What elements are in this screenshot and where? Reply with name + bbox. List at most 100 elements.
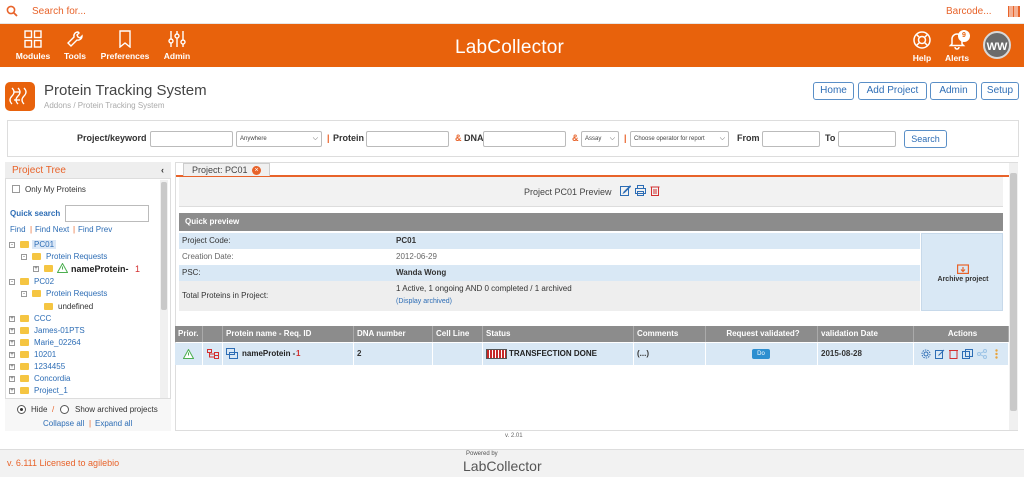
copy-icon[interactable] (962, 349, 973, 359)
col-request-validated[interactable]: Request validated? (706, 326, 818, 342)
folder-icon (20, 387, 29, 394)
tree-node-ccc[interactable]: CCC (34, 314, 51, 323)
dna-input[interactable] (483, 131, 566, 147)
tree-expander[interactable]: - (9, 242, 15, 248)
barcode-icon[interactable] (1008, 6, 1020, 17)
tree-node-nameprotein[interactable]: nameProtein- (71, 264, 129, 274)
nav-preferences[interactable]: Preferences (97, 30, 153, 61)
close-tab-icon[interactable]: × (252, 166, 262, 176)
gear-icon[interactable] (921, 349, 931, 359)
protein-view-icon[interactable] (226, 348, 238, 359)
tree-expander[interactable]: + (9, 364, 15, 370)
validate-do-button[interactable]: Do (752, 349, 770, 359)
home-button[interactable]: Home (813, 82, 854, 100)
tree-node-1234455[interactable]: 1234455 (34, 362, 65, 371)
tree-node-pc01-protein-requests[interactable]: Protein Requests (46, 252, 107, 261)
tree-expander[interactable]: + (9, 352, 15, 358)
only-my-proteins-checkbox[interactable] (12, 185, 20, 193)
tree-expander[interactable]: + (9, 316, 15, 322)
col-cell-line[interactable]: Cell Line (433, 326, 483, 342)
search-icon[interactable] (6, 5, 18, 17)
nav-admin[interactable]: Admin (160, 30, 194, 61)
barcode-input[interactable]: Barcode... (946, 6, 992, 17)
tree-scrollbar[interactable] (160, 180, 168, 398)
tree-node-pc01[interactable]: PC01 (32, 240, 57, 249)
tree-node-pc02-protein-requests[interactable]: Protein Requests (46, 289, 107, 298)
col-priority[interactable]: Prior. (175, 326, 203, 342)
tree-node-project-1[interactable]: Project_1 (34, 386, 68, 395)
expand-all-link[interactable]: Expand all (95, 419, 132, 428)
separator: | (624, 133, 627, 143)
archive-project-button[interactable]: Archive project (921, 233, 1003, 311)
assay-select[interactable]: Assay ⌵ (581, 131, 619, 147)
trash-icon[interactable] (650, 185, 660, 196)
main-scrollbar-thumb[interactable] (1010, 173, 1017, 411)
alerts-count-badge: 9 (958, 30, 970, 42)
tab-project-pc01[interactable]: Project: PC01 × (183, 163, 271, 176)
folder-icon (44, 265, 53, 272)
anywhere-select[interactable]: Anywhere ⌵ (236, 131, 322, 147)
add-project-button[interactable]: Add Project (858, 82, 927, 100)
tree-scrollbar-thumb[interactable] (161, 182, 167, 310)
global-search-input[interactable]: Search for... (32, 6, 86, 17)
collapse-all-link[interactable]: Collapse all (43, 419, 84, 428)
tree-expander[interactable]: - (21, 254, 27, 260)
tree-expander[interactable]: + (9, 376, 15, 382)
tree-node-10201[interactable]: 10201 (34, 350, 56, 359)
col-dna-number[interactable]: DNA number (354, 326, 433, 342)
protein-input[interactable] (366, 131, 449, 147)
find-prev-link[interactable]: Find Prev (78, 225, 112, 234)
row-protein-cell: nameProtein - 1 (223, 343, 354, 365)
main-scrollbar[interactable] (1009, 163, 1018, 430)
footer-logo[interactable]: LabCollector (463, 458, 542, 474)
tree-expander[interactable]: + (9, 388, 15, 394)
search-button[interactable]: Search (904, 130, 947, 148)
row-comments[interactable]: (...) (634, 343, 706, 365)
tree-expander[interactable]: - (9, 279, 15, 285)
breadcrumb[interactable]: Addons / Protein Tracking System (44, 101, 165, 110)
tree-expander[interactable]: - (21, 291, 27, 297)
col-protein-name[interactable]: Protein name - Req. ID (223, 326, 354, 342)
find-link[interactable]: Find (10, 225, 26, 234)
from-date-input[interactable] (762, 131, 820, 147)
col-validation-date[interactable]: validation Date (818, 326, 914, 342)
nav-modules[interactable]: Modules (14, 30, 52, 61)
tree-node-undefined[interactable]: undefined (58, 302, 93, 311)
tree-node-pc02[interactable]: PC02 (34, 277, 54, 286)
tree-node-james[interactable]: James-01PTS (34, 326, 85, 335)
anywhere-select-value: Anywhere (240, 136, 267, 142)
user-avatar[interactable]: WW (983, 31, 1011, 59)
tree-node-concordia[interactable]: Concordia (34, 374, 70, 383)
col-comments[interactable]: Comments (634, 326, 706, 342)
collapse-panel-icon[interactable]: ‹ (161, 165, 164, 175)
quick-search-input[interactable] (65, 205, 149, 222)
folder-icon (20, 315, 29, 322)
operator-report-select[interactable]: Choose operator for report ⌵ (630, 131, 729, 147)
tree-expander[interactable]: + (33, 266, 39, 272)
find-next-link[interactable]: Find Next (35, 225, 69, 234)
row-protein-name[interactable]: nameProtein - (242, 343, 295, 365)
tree-expander[interactable]: + (9, 328, 15, 334)
to-date-input[interactable] (838, 131, 896, 147)
edit-icon[interactable] (620, 185, 631, 196)
display-archived-link[interactable]: (Display archived) (396, 298, 452, 305)
show-archived-radio[interactable] (60, 405, 69, 414)
hierarchy-icon[interactable] (207, 349, 219, 359)
col-status[interactable]: Status (483, 326, 634, 342)
nav-tools[interactable]: Tools (60, 30, 90, 61)
edit-icon[interactable] (935, 349, 945, 359)
tree-expander[interactable]: + (9, 340, 15, 346)
labcollector-logo[interactable]: LabCollector (455, 37, 564, 59)
print-icon[interactable] (635, 185, 646, 196)
share-icon[interactable] (977, 349, 987, 359)
trash-icon[interactable] (949, 349, 958, 359)
nav-help[interactable]: Help (910, 30, 934, 63)
more-options-icon[interactable] (994, 349, 999, 359)
admin-button[interactable]: Admin (930, 82, 977, 100)
project-keyword-input[interactable] (150, 131, 233, 147)
setup-button[interactable]: Setup (981, 82, 1019, 100)
hide-archived-radio[interactable] (17, 405, 26, 414)
preview-header: Project PC01 Preview (179, 177, 1003, 207)
bookmark-icon (119, 30, 131, 48)
tree-node-marie[interactable]: Marie_02264 (34, 338, 81, 347)
